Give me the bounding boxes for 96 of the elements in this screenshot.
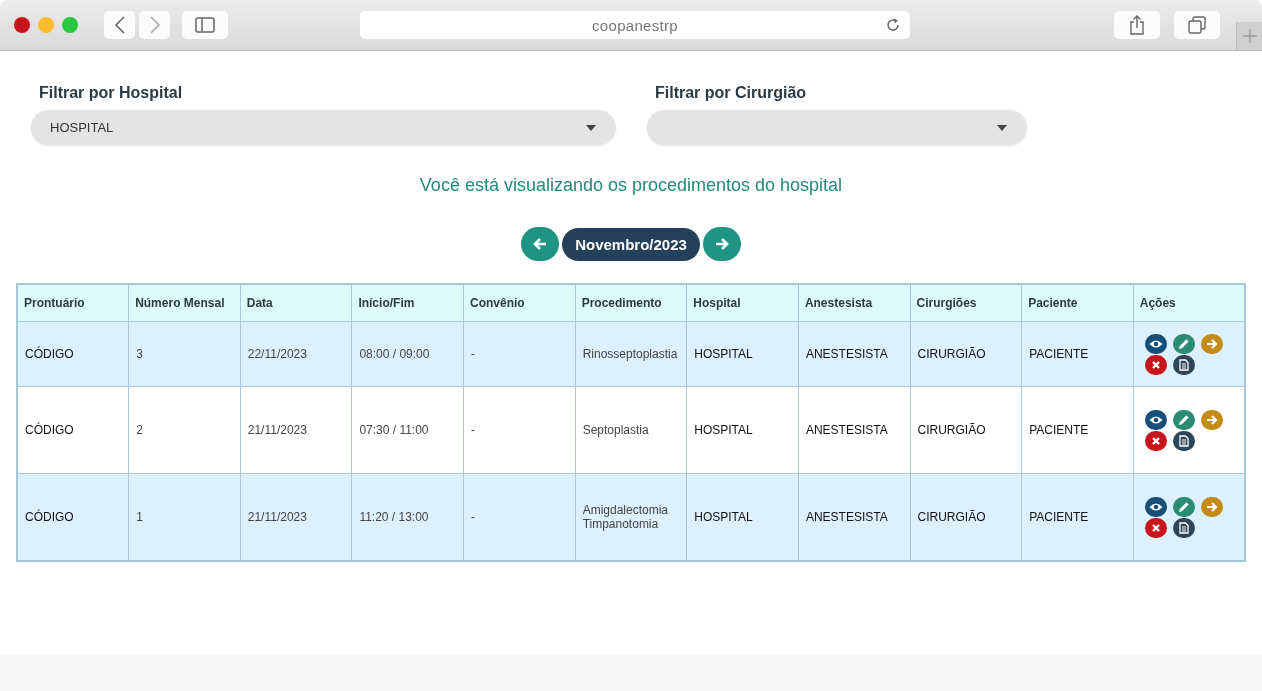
column-header: Procedimento (575, 284, 687, 322)
edit-button[interactable] (1172, 333, 1195, 354)
x-icon (1150, 435, 1161, 446)
back-button[interactable] (104, 11, 135, 39)
table-cell: HOSPITAL (686, 386, 799, 474)
tabs-button[interactable] (1174, 11, 1220, 39)
table-cell: 11:20 / 13:00 (351, 473, 464, 561)
arrow-right-icon (1205, 413, 1218, 426)
table-cell: 08:00 / 09:00 (351, 321, 464, 387)
table-cell: CÓDIGO (17, 386, 129, 474)
next-month-button[interactable] (702, 227, 741, 261)
table-cell: 21/11/2023 (240, 473, 352, 561)
plus-icon (1241, 28, 1258, 44)
sidebar-icon (195, 17, 215, 33)
table-cell: 22/11/2023 (240, 321, 352, 387)
table-cell: PACIENTE (1021, 473, 1134, 561)
sidebar-button[interactable] (182, 11, 228, 39)
table-cell: - (463, 321, 576, 387)
column-header: Convênio (463, 284, 576, 322)
table-cell: 1 (128, 473, 241, 561)
delete-button[interactable] (1144, 430, 1167, 451)
document-button[interactable] (1172, 517, 1195, 538)
table-cell: CÓDIGO (17, 473, 129, 561)
arrow-right-icon (714, 237, 729, 251)
table-cell: 2 (128, 386, 241, 474)
edit-button[interactable] (1172, 496, 1195, 517)
filter-label: Filtrar por Hospital (39, 84, 184, 102)
column-header: Prontuário (17, 284, 129, 322)
arrow-right-icon (1205, 337, 1218, 350)
filter-dropdown[interactable]: HOSPITAL (31, 110, 616, 145)
x-icon (1150, 522, 1161, 533)
eye-icon (1148, 338, 1163, 349)
column-header: Início/Fim (351, 284, 464, 322)
table-cell: 07:30 / 11:00 (351, 386, 464, 474)
document-button[interactable] (1172, 354, 1195, 375)
table-cell: Septoplastia (575, 386, 687, 474)
chevron-right-icon (148, 16, 161, 34)
column-header: Paciente (1021, 284, 1134, 322)
table-cell: CIRURGIÃO (910, 321, 1022, 387)
document-icon (1178, 521, 1189, 534)
forward-button[interactable] (1200, 333, 1223, 354)
table-cell: - (463, 473, 576, 561)
reload-icon[interactable] (886, 18, 900, 32)
pencil-icon (1177, 500, 1190, 513)
view-button[interactable] (1144, 333, 1167, 354)
close-icon[interactable] (14, 17, 30, 33)
table-cell: ANESTESISTA (798, 386, 910, 474)
month-label: Novembro/2023 (562, 227, 700, 261)
arrow-left-icon (533, 237, 548, 251)
delete-button[interactable] (1144, 354, 1167, 375)
previous-month-button[interactable] (521, 227, 560, 261)
forward-button[interactable] (1200, 409, 1223, 430)
table-cell: 21/11/2023 (240, 386, 352, 474)
table-cell: 3 (128, 321, 241, 387)
column-header: Número Mensal (128, 284, 241, 322)
table-cell: Rinosseptoplastia (575, 321, 687, 387)
x-icon (1150, 359, 1161, 370)
arrow-right-icon (1205, 500, 1218, 513)
info-caption: Você está visualizando os procedimentos do hospital (418, 175, 844, 196)
pencil-icon (1177, 337, 1190, 350)
pencil-icon (1177, 413, 1190, 426)
document-icon (1178, 434, 1189, 447)
table-cell: - (463, 386, 576, 474)
tabs-icon (1188, 16, 1206, 34)
caret-icon (586, 125, 596, 131)
table-cell: Amigdalectomia Timpanotomia (575, 473, 687, 561)
table-cell: HOSPITAL (686, 321, 799, 387)
eye-icon (1148, 414, 1163, 425)
table-cell: PACIENTE (1021, 321, 1134, 387)
chevron-left-icon (113, 16, 126, 34)
table-cell: CÓDIGO (17, 321, 129, 387)
edit-button[interactable] (1172, 409, 1195, 430)
table-cell: ANESTESISTA (798, 321, 910, 387)
column-header: Data (240, 284, 352, 322)
column-header: Cirurgiões (910, 284, 1022, 322)
table-cell: ANESTESISTA (798, 473, 910, 561)
table-cell: HOSPITAL (686, 473, 799, 561)
forward-button[interactable] (1200, 496, 1223, 517)
table-cell: PACIENTE (1021, 386, 1134, 474)
table-cell: CIRURGIÃO (910, 386, 1022, 474)
column-header: Ações (1133, 284, 1245, 322)
url-text: coopanestrp (592, 16, 678, 34)
column-header: Hospital (686, 284, 799, 322)
share-button[interactable] (1114, 11, 1160, 39)
caret-icon (997, 125, 1007, 131)
view-button[interactable] (1144, 409, 1167, 430)
delete-button[interactable] (1144, 517, 1167, 538)
share-icon (1129, 15, 1145, 35)
eye-icon (1148, 501, 1163, 512)
table-cell: CIRURGIÃO (910, 473, 1022, 561)
filter-label: Filtrar por Cirurgião (655, 84, 808, 102)
column-header: Anestesista (798, 284, 910, 322)
address-bar[interactable]: coopanestrp (360, 11, 910, 39)
document-icon (1178, 358, 1189, 371)
document-button[interactable] (1172, 430, 1195, 451)
view-button[interactable] (1144, 496, 1167, 517)
